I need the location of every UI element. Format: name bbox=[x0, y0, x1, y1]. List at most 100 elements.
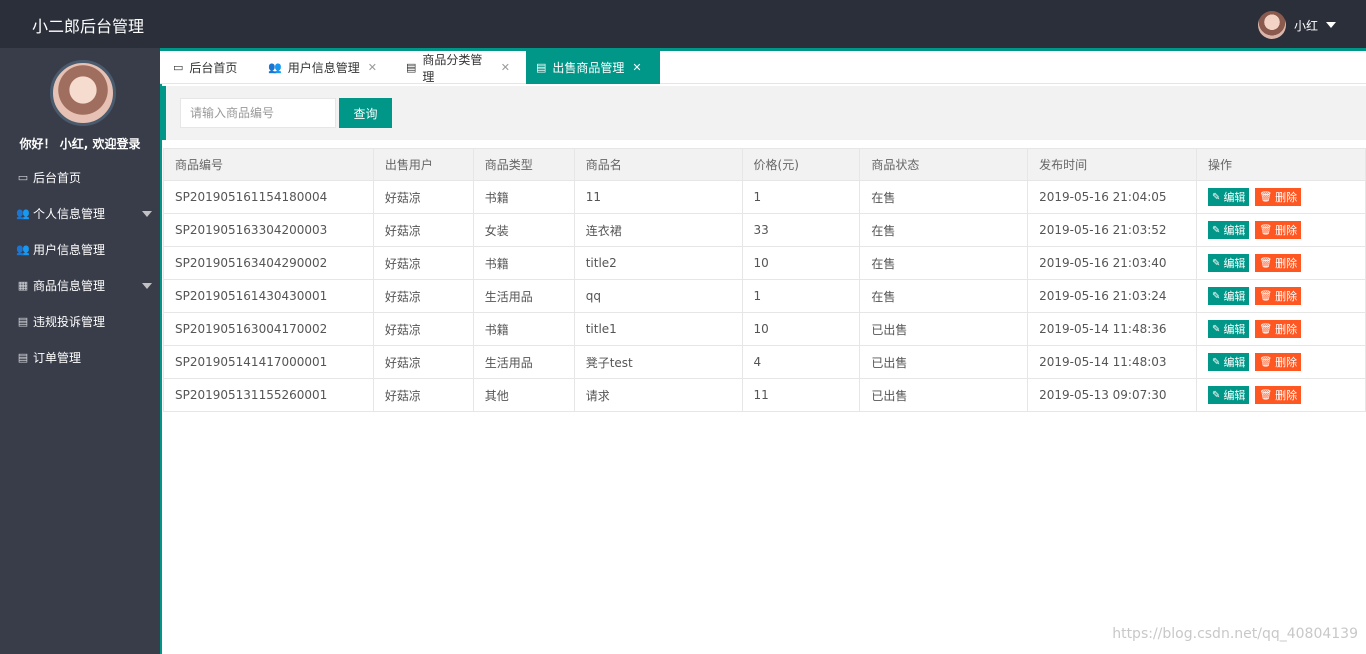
table-cell: 书籍 bbox=[472, 312, 575, 346]
files-icon: ▤ bbox=[17, 315, 29, 328]
delete-button[interactable]: 🗑 删除 bbox=[1255, 188, 1302, 206]
table-cell: 1 bbox=[741, 279, 861, 313]
table-cell: qq bbox=[573, 279, 743, 313]
edit-icon: ✎ bbox=[1212, 191, 1221, 203]
username: 小红 bbox=[1293, 18, 1318, 33]
table-cell: 10 bbox=[741, 312, 861, 346]
edit-label: 编辑 bbox=[1223, 323, 1246, 336]
delete-button[interactable]: 🗑 删除 bbox=[1255, 221, 1302, 239]
table-cell: 好菇凉 bbox=[372, 345, 474, 379]
delete-label: 删除 bbox=[1275, 389, 1298, 402]
tab-label: 后台首页 bbox=[189, 61, 238, 75]
delete-button[interactable]: 🗑 删除 bbox=[1255, 353, 1302, 371]
table-cell: 好菇凉 bbox=[372, 312, 474, 346]
table-cell: 凳子test bbox=[573, 345, 743, 379]
tab-2[interactable]: ▤ 商品分类管理 ✕ bbox=[396, 51, 520, 84]
table-cell: 2019-05-16 21:04:05 bbox=[1027, 180, 1198, 214]
delete-button[interactable]: 🗑 删除 bbox=[1255, 287, 1302, 305]
edit-button[interactable]: ✎ 编辑 bbox=[1208, 320, 1250, 338]
watermark: https://blog.csdn.net/qq_40804139 bbox=[1112, 626, 1358, 642]
sidebar-item-label: 违规投诉管理 bbox=[33, 315, 106, 329]
table-row: SP201905161154180004 好菇凉 书籍 11 1 在售 2019-05-16… bbox=[163, 180, 1366, 214]
search-input[interactable] bbox=[180, 98, 336, 128]
sidebar-item-5[interactable]: ▤ 订单管理 bbox=[0, 340, 160, 376]
close-icon[interactable]: ✕ bbox=[501, 61, 510, 74]
delete-label: 删除 bbox=[1275, 224, 1298, 237]
table-cell: SP201905161430430001 bbox=[163, 279, 374, 313]
search-button[interactable]: 查询 bbox=[339, 98, 392, 128]
close-icon[interactable]: ✕ bbox=[632, 61, 641, 74]
edit-label: 编辑 bbox=[1223, 257, 1246, 270]
welcome-text: 你好！ 小红, 欢迎登录 bbox=[19, 137, 141, 151]
edit-button[interactable]: ✎ 编辑 bbox=[1208, 254, 1250, 272]
tab-0[interactable]: ▭ 后台首页 bbox=[163, 51, 254, 84]
files-icon: ▤ bbox=[17, 351, 29, 364]
edit-button[interactable]: ✎ 编辑 bbox=[1208, 221, 1250, 239]
sidebar-item-3[interactable]: ▦ 商品信息管理 bbox=[0, 268, 160, 304]
table-cell: 11 bbox=[741, 378, 861, 412]
table-cell: SP201905163304200003 bbox=[163, 213, 374, 247]
column-header: 商品类型 bbox=[472, 148, 575, 181]
file-icon: ▤ bbox=[406, 61, 417, 74]
table-row: SP201905163004170002 好菇凉 书籍 title1 10 已出售 2019… bbox=[163, 312, 1366, 346]
table-cell: 生活用品 bbox=[472, 279, 575, 313]
sidebar-item-0[interactable]: ▭ 后台首页 bbox=[0, 160, 160, 196]
table-cell: 女装 bbox=[472, 213, 575, 247]
actions-cell: ✎ 编辑 🗑 删除 bbox=[1196, 312, 1366, 346]
actions-cell: ✎ 编辑 🗑 删除 bbox=[1196, 213, 1366, 247]
edit-icon: ✎ bbox=[1212, 257, 1221, 269]
table-cell: 其他 bbox=[472, 378, 575, 412]
app-title: 小二郎后台管理 bbox=[32, 17, 145, 36]
sidebar-item-1[interactable]: 👥 个人信息管理 bbox=[0, 196, 160, 232]
table-cell: 好菇凉 bbox=[372, 378, 474, 412]
close-icon[interactable]: ✕ bbox=[368, 61, 377, 74]
table-cell: 2019-05-14 11:48:03 bbox=[1027, 345, 1198, 379]
cubes-icon: ▦ bbox=[17, 279, 29, 292]
tab-label: 用户信息管理 bbox=[287, 61, 360, 75]
delete-label: 删除 bbox=[1275, 323, 1298, 336]
table-row: SP201905131155260001 好菇凉 其他 请求 11 已出售 2019-05-… bbox=[163, 378, 1366, 412]
tab-3[interactable]: ▤ 出售商品管理 ✕ bbox=[526, 51, 660, 84]
actions-cell: ✎ 编辑 🗑 删除 bbox=[1196, 378, 1366, 412]
edit-label: 编辑 bbox=[1223, 290, 1246, 303]
table-cell: 11 bbox=[573, 180, 743, 214]
edit-button[interactable]: ✎ 编辑 bbox=[1208, 287, 1250, 305]
delete-label: 删除 bbox=[1275, 191, 1298, 204]
table-cell: 已出售 bbox=[859, 378, 1029, 412]
file-icon: ▤ bbox=[536, 61, 547, 74]
trash-icon: 🗑 bbox=[1259, 191, 1273, 203]
table-cell: 2019-05-14 11:48:36 bbox=[1027, 312, 1198, 346]
sidebar-nav: ▭ 后台首页 👥 个人信息管理 👥 用户信息管理 ▦ 商品信息管理 ▤ 违规投诉管理 ▤ 订单管理 bbox=[0, 160, 160, 376]
delete-button[interactable]: 🗑 删除 bbox=[1255, 320, 1302, 338]
trash-icon: 🗑 bbox=[1259, 389, 1273, 401]
actions-cell: ✎ 编辑 🗑 删除 bbox=[1196, 246, 1366, 280]
chevron-down-icon bbox=[142, 211, 152, 217]
sidebar-item-4[interactable]: ▤ 违规投诉管理 bbox=[0, 304, 160, 340]
table-cell: 书籍 bbox=[472, 180, 575, 214]
tab-1[interactable]: 👥 用户信息管理 ✕ bbox=[258, 51, 388, 84]
chevron-down-icon bbox=[142, 283, 152, 289]
edit-button[interactable]: ✎ 编辑 bbox=[1208, 188, 1250, 206]
sidebar-item-2[interactable]: 👥 用户信息管理 bbox=[0, 232, 160, 268]
table-cell: 2019-05-16 21:03:52 bbox=[1027, 213, 1198, 247]
user-avatar bbox=[1257, 11, 1286, 39]
edit-icon: ✎ bbox=[1212, 290, 1221, 302]
table-cell: SP201905141417000001 bbox=[163, 345, 374, 379]
edit-button[interactable]: ✎ 编辑 bbox=[1208, 353, 1250, 371]
monitor-icon: ▭ bbox=[173, 61, 184, 74]
column-header: 商品状态 bbox=[859, 148, 1029, 181]
column-header: 发布时间 bbox=[1027, 148, 1198, 181]
user-menu[interactable]: 小红 bbox=[1257, 11, 1336, 39]
edit-button[interactable]: ✎ 编辑 bbox=[1208, 386, 1250, 404]
sidebar-item-label: 后台首页 bbox=[33, 171, 82, 185]
edit-icon: ✎ bbox=[1212, 323, 1221, 335]
sidebar-item-label: 个人信息管理 bbox=[33, 207, 106, 221]
delete-button[interactable]: 🗑 删除 bbox=[1255, 254, 1302, 272]
delete-button[interactable]: 🗑 删除 bbox=[1255, 386, 1302, 404]
edit-label: 编辑 bbox=[1223, 356, 1246, 369]
edit-label: 编辑 bbox=[1223, 389, 1246, 402]
table-cell: 2019-05-16 21:03:24 bbox=[1027, 279, 1198, 313]
product-table: 商品编号 出售用户 商品类型 商品名 价格(元) 商品状态 发布时间 操作 SP2019051… bbox=[163, 148, 1366, 412]
users-icon: 👥 bbox=[16, 207, 30, 220]
accent-line bbox=[160, 84, 162, 654]
